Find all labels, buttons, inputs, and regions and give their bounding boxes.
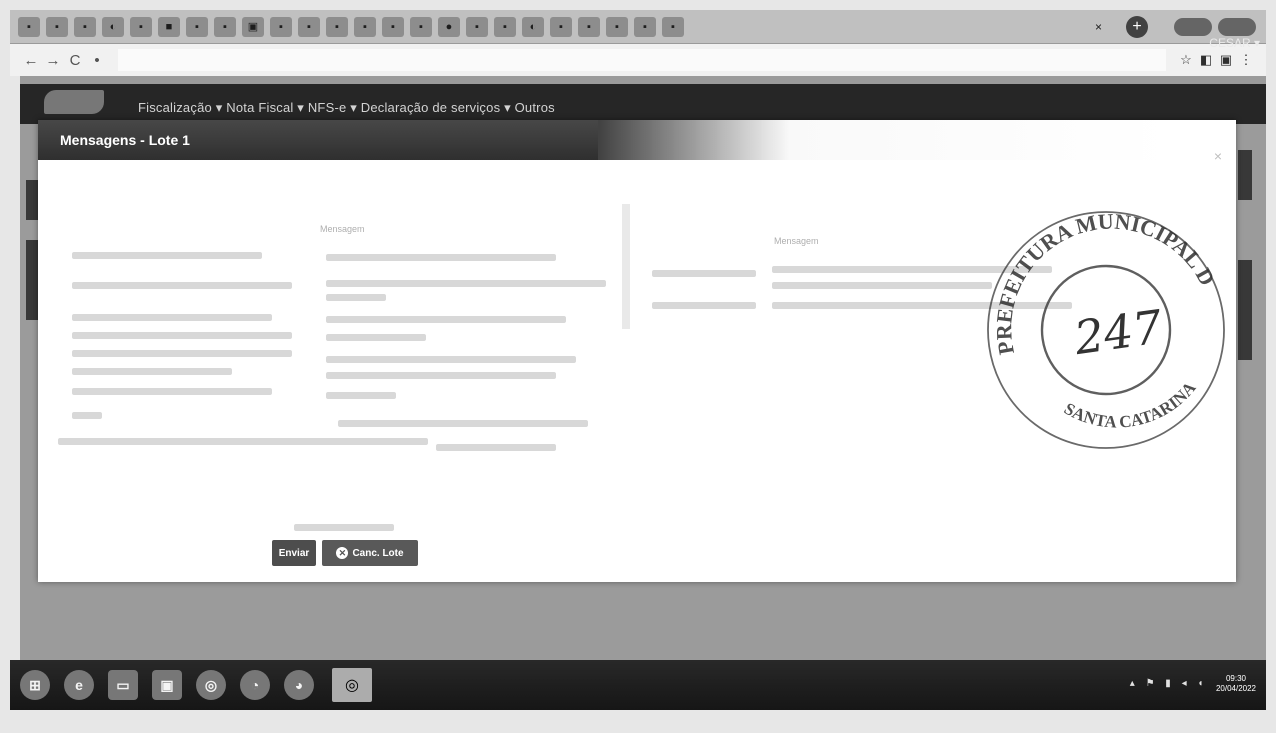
table-row xyxy=(652,302,756,309)
table-row xyxy=(326,356,576,363)
browser-tab[interactable]: ▪ xyxy=(410,16,432,37)
clock[interactable]: 09:30 20/04/2022 xyxy=(1216,674,1256,694)
table-row xyxy=(436,444,556,451)
browser-tab[interactable]: ▪ xyxy=(326,16,348,37)
modal-header: Mensagens - Lote 1 xyxy=(38,120,620,160)
media-player-icon[interactable]: ▣ xyxy=(152,670,182,700)
chrome-icon[interactable]: ◎ xyxy=(196,670,226,700)
edge-icon[interactable]: ◔ xyxy=(240,670,270,700)
table-row xyxy=(652,270,756,277)
star-icon[interactable]: ☆ xyxy=(1176,52,1196,68)
browser-tab[interactable]: ▪ xyxy=(354,16,376,37)
table-row xyxy=(72,252,262,259)
firefox-icon[interactable]: ◕ xyxy=(284,670,314,700)
scrollbar[interactable] xyxy=(622,204,630,329)
modal-title: Mensagens - Lote 1 xyxy=(60,132,190,148)
table-row xyxy=(72,282,292,289)
table-row xyxy=(72,368,232,375)
lock-icon: • xyxy=(94,51,100,69)
browser-toolbar: ← → C • ☆ ◧ ▣ ⋮ xyxy=(10,44,1266,76)
browser-tab[interactable]: ▪ xyxy=(46,16,68,37)
pager[interactable] xyxy=(294,524,394,531)
browser-tab[interactable]: ◐ xyxy=(102,16,124,37)
table-row xyxy=(72,332,292,339)
clock-time: 09:30 xyxy=(1225,674,1246,683)
cancel-icon: ✕ xyxy=(336,547,349,559)
chrome-active-icon[interactable]: ◎ xyxy=(332,668,372,702)
browser-tab[interactable]: ◐ xyxy=(522,16,544,37)
table-row xyxy=(326,254,556,261)
column-header: Mensagem xyxy=(320,224,365,234)
browser-tab[interactable]: ▪ xyxy=(298,16,320,37)
maximize-button[interactable] xyxy=(1218,17,1256,36)
address-input[interactable] xyxy=(118,49,1166,71)
site-menu[interactable]: Fiscalização ▾ Nota Fiscal ▾ NFS-e ▾ Dec… xyxy=(138,100,555,116)
table-row xyxy=(326,372,556,379)
browser-tab[interactable]: ▪ xyxy=(382,16,404,37)
forward-arrow-icon[interactable]: → xyxy=(42,52,64,69)
extension-icon[interactable]: ◧ xyxy=(1196,52,1216,68)
start-button-icon[interactable]: ⊞ xyxy=(20,670,50,700)
cancel-lot-label: Canc. Lote xyxy=(352,547,404,559)
stamp-handwritten-number: 247 xyxy=(1070,299,1166,365)
close-icon[interactable]: × xyxy=(1214,148,1222,164)
reload-icon[interactable]: C xyxy=(64,52,86,69)
browser-tab[interactable]: ▪ xyxy=(270,16,292,37)
browser-tab[interactable]: ▣ xyxy=(242,16,264,37)
table-row xyxy=(72,350,292,357)
minimize-button[interactable] xyxy=(1174,17,1212,36)
internet-explorer-icon[interactable]: e xyxy=(64,670,94,700)
table-row xyxy=(326,392,396,399)
tray-icons[interactable]: ▴ ⚑ ▮ ◂ ◖ xyxy=(1130,678,1208,689)
cancel-lot-button[interactable]: ✕ Canc. Lote xyxy=(322,540,418,566)
table-row xyxy=(72,412,102,419)
side-tab[interactable] xyxy=(1238,150,1252,200)
table-row xyxy=(772,282,992,289)
close-tab-icon[interactable]: × xyxy=(1095,20,1102,34)
table-row xyxy=(326,280,606,287)
stamp-bottom-text: SANTA CATARINA xyxy=(1058,376,1204,440)
browser-tab[interactable]: ▪ xyxy=(18,16,40,37)
site-header: Fiscalização ▾ Nota Fiscal ▾ NFS-e ▾ Dec… xyxy=(20,84,1266,124)
browser-tab[interactable]: ▪ xyxy=(550,16,572,37)
browser-tab[interactable]: ▪ xyxy=(466,16,488,37)
table-row xyxy=(72,314,272,321)
browser-tab[interactable]: ▪ xyxy=(606,16,628,37)
browser-tab[interactable]: ▪ xyxy=(578,16,600,37)
table-row xyxy=(326,334,426,341)
municipal-stamp: PREFEITURA MUNICIPAL DE MATOS COSTA SANT… xyxy=(982,190,1227,449)
send-button[interactable]: Enviar xyxy=(272,540,316,566)
window-controls xyxy=(1174,17,1256,36)
taskbar: ⊞ e ▭ ▣ ◎ ◔ ◕ ◎ ▴ ⚑ ▮ ◂ ◖ 09:30 20/04/20… xyxy=(10,660,1266,710)
browser-tab[interactable]: ▪ xyxy=(214,16,236,37)
browser-tab[interactable]: ▪ xyxy=(634,16,656,37)
table-row xyxy=(326,294,386,301)
file-explorer-icon[interactable]: ▭ xyxy=(108,670,138,700)
back-arrow-icon[interactable]: ← xyxy=(20,52,42,69)
puzzle-icon[interactable]: ▣ xyxy=(1216,52,1236,68)
modal-header-fade xyxy=(598,120,1236,160)
clock-date: 20/04/2022 xyxy=(1215,684,1256,693)
browser-tab[interactable]: ▪ xyxy=(74,16,96,37)
site-logo[interactable] xyxy=(44,90,104,114)
new-tab-button[interactable]: + xyxy=(1126,15,1148,38)
browser-tab[interactable]: ▪ xyxy=(130,16,152,37)
side-tab[interactable] xyxy=(1238,260,1252,360)
menu-dots-icon[interactable]: ⋮ xyxy=(1236,52,1256,68)
system-tray: ▴ ⚑ ▮ ◂ ◖ 09:30 20/04/2022 xyxy=(1130,664,1256,694)
browser-tab-strip: ▪ ▪ ▪ ◐ ▪ ■ ▪ ▪ ▣ ▪ ▪ ▪ ▪ ▪ ▪ ● ▪ ▪ ◐ ▪ … xyxy=(10,10,1266,44)
table-row xyxy=(338,420,588,427)
browser-tab[interactable]: ▪ xyxy=(494,16,516,37)
browser-tab[interactable]: ▪ xyxy=(662,16,684,37)
table-row xyxy=(326,316,566,323)
table-row xyxy=(72,388,272,395)
user-menu[interactable]: CESAR ▾ xyxy=(1209,36,1260,50)
browser-tab[interactable]: ■ xyxy=(158,16,180,37)
browser-tab[interactable]: ▪ xyxy=(186,16,208,37)
column-header: Mensagem xyxy=(774,236,819,246)
table-row xyxy=(58,438,428,445)
browser-tab[interactable]: ● xyxy=(438,16,460,37)
